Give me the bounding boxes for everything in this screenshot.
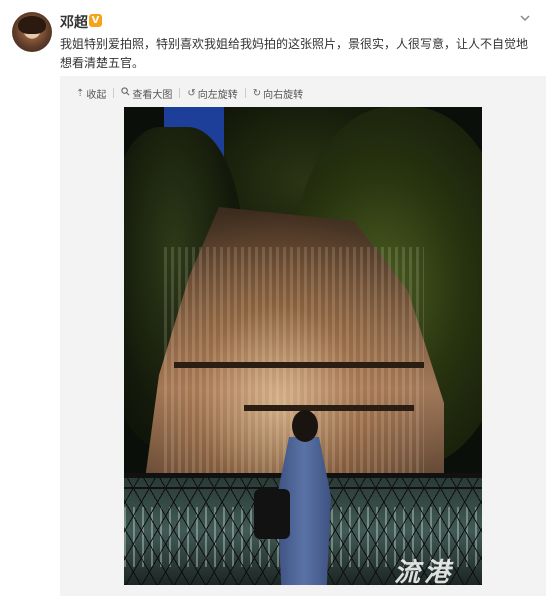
chevron-down-icon[interactable] — [518, 12, 532, 26]
media-panel: ⇡ 收起 查看大图 ↺ 向左旋转 ↻ 向右旋转 流港 — [60, 76, 546, 596]
magnifier-icon — [121, 87, 130, 99]
username[interactable]: 邓超 — [60, 12, 88, 32]
collapse-label: 收起 — [86, 89, 107, 101]
photo-ledge — [174, 362, 424, 368]
verified-badge-icon: V — [89, 14, 102, 27]
divider — [179, 88, 181, 98]
collapse-button[interactable]: ⇡ 收起 — [76, 86, 106, 101]
view-large-button[interactable]: 查看大图 — [121, 86, 172, 101]
view-large-label: 查看大图 — [132, 89, 173, 101]
post-photo[interactable]: 流港在线 — [124, 107, 482, 585]
arrow-up-icon: ⇡ — [76, 87, 85, 99]
rotate-left-label: 向左旋转 — [197, 89, 238, 101]
avatar-hair — [18, 16, 46, 34]
photo-ledge — [244, 405, 414, 411]
watermark: 流港在线 — [394, 558, 455, 585]
avatar[interactable] — [12, 12, 52, 52]
rotate-left-button[interactable]: ↺ 向左旋转 — [187, 86, 237, 101]
rotate-right-icon: ↻ — [252, 87, 262, 99]
divider — [113, 88, 115, 98]
rotate-right-button[interactable]: ↻ 向右旋转 — [253, 86, 303, 101]
post-text: 我姐特别爱拍照，特别喜欢我姐给我妈拍的这张照片，景很实，人很写意，让人不自觉地想… — [60, 37, 529, 70]
rotate-left-icon: ↺ — [187, 87, 196, 99]
photo-person-head — [292, 410, 318, 442]
photo-handbag — [254, 489, 290, 539]
media-toolbar: ⇡ 收起 查看大图 ↺ 向左旋转 ↻ 向右旋转 — [76, 84, 303, 102]
divider — [244, 88, 246, 98]
rotate-right-label: 向右旋转 — [263, 89, 304, 101]
